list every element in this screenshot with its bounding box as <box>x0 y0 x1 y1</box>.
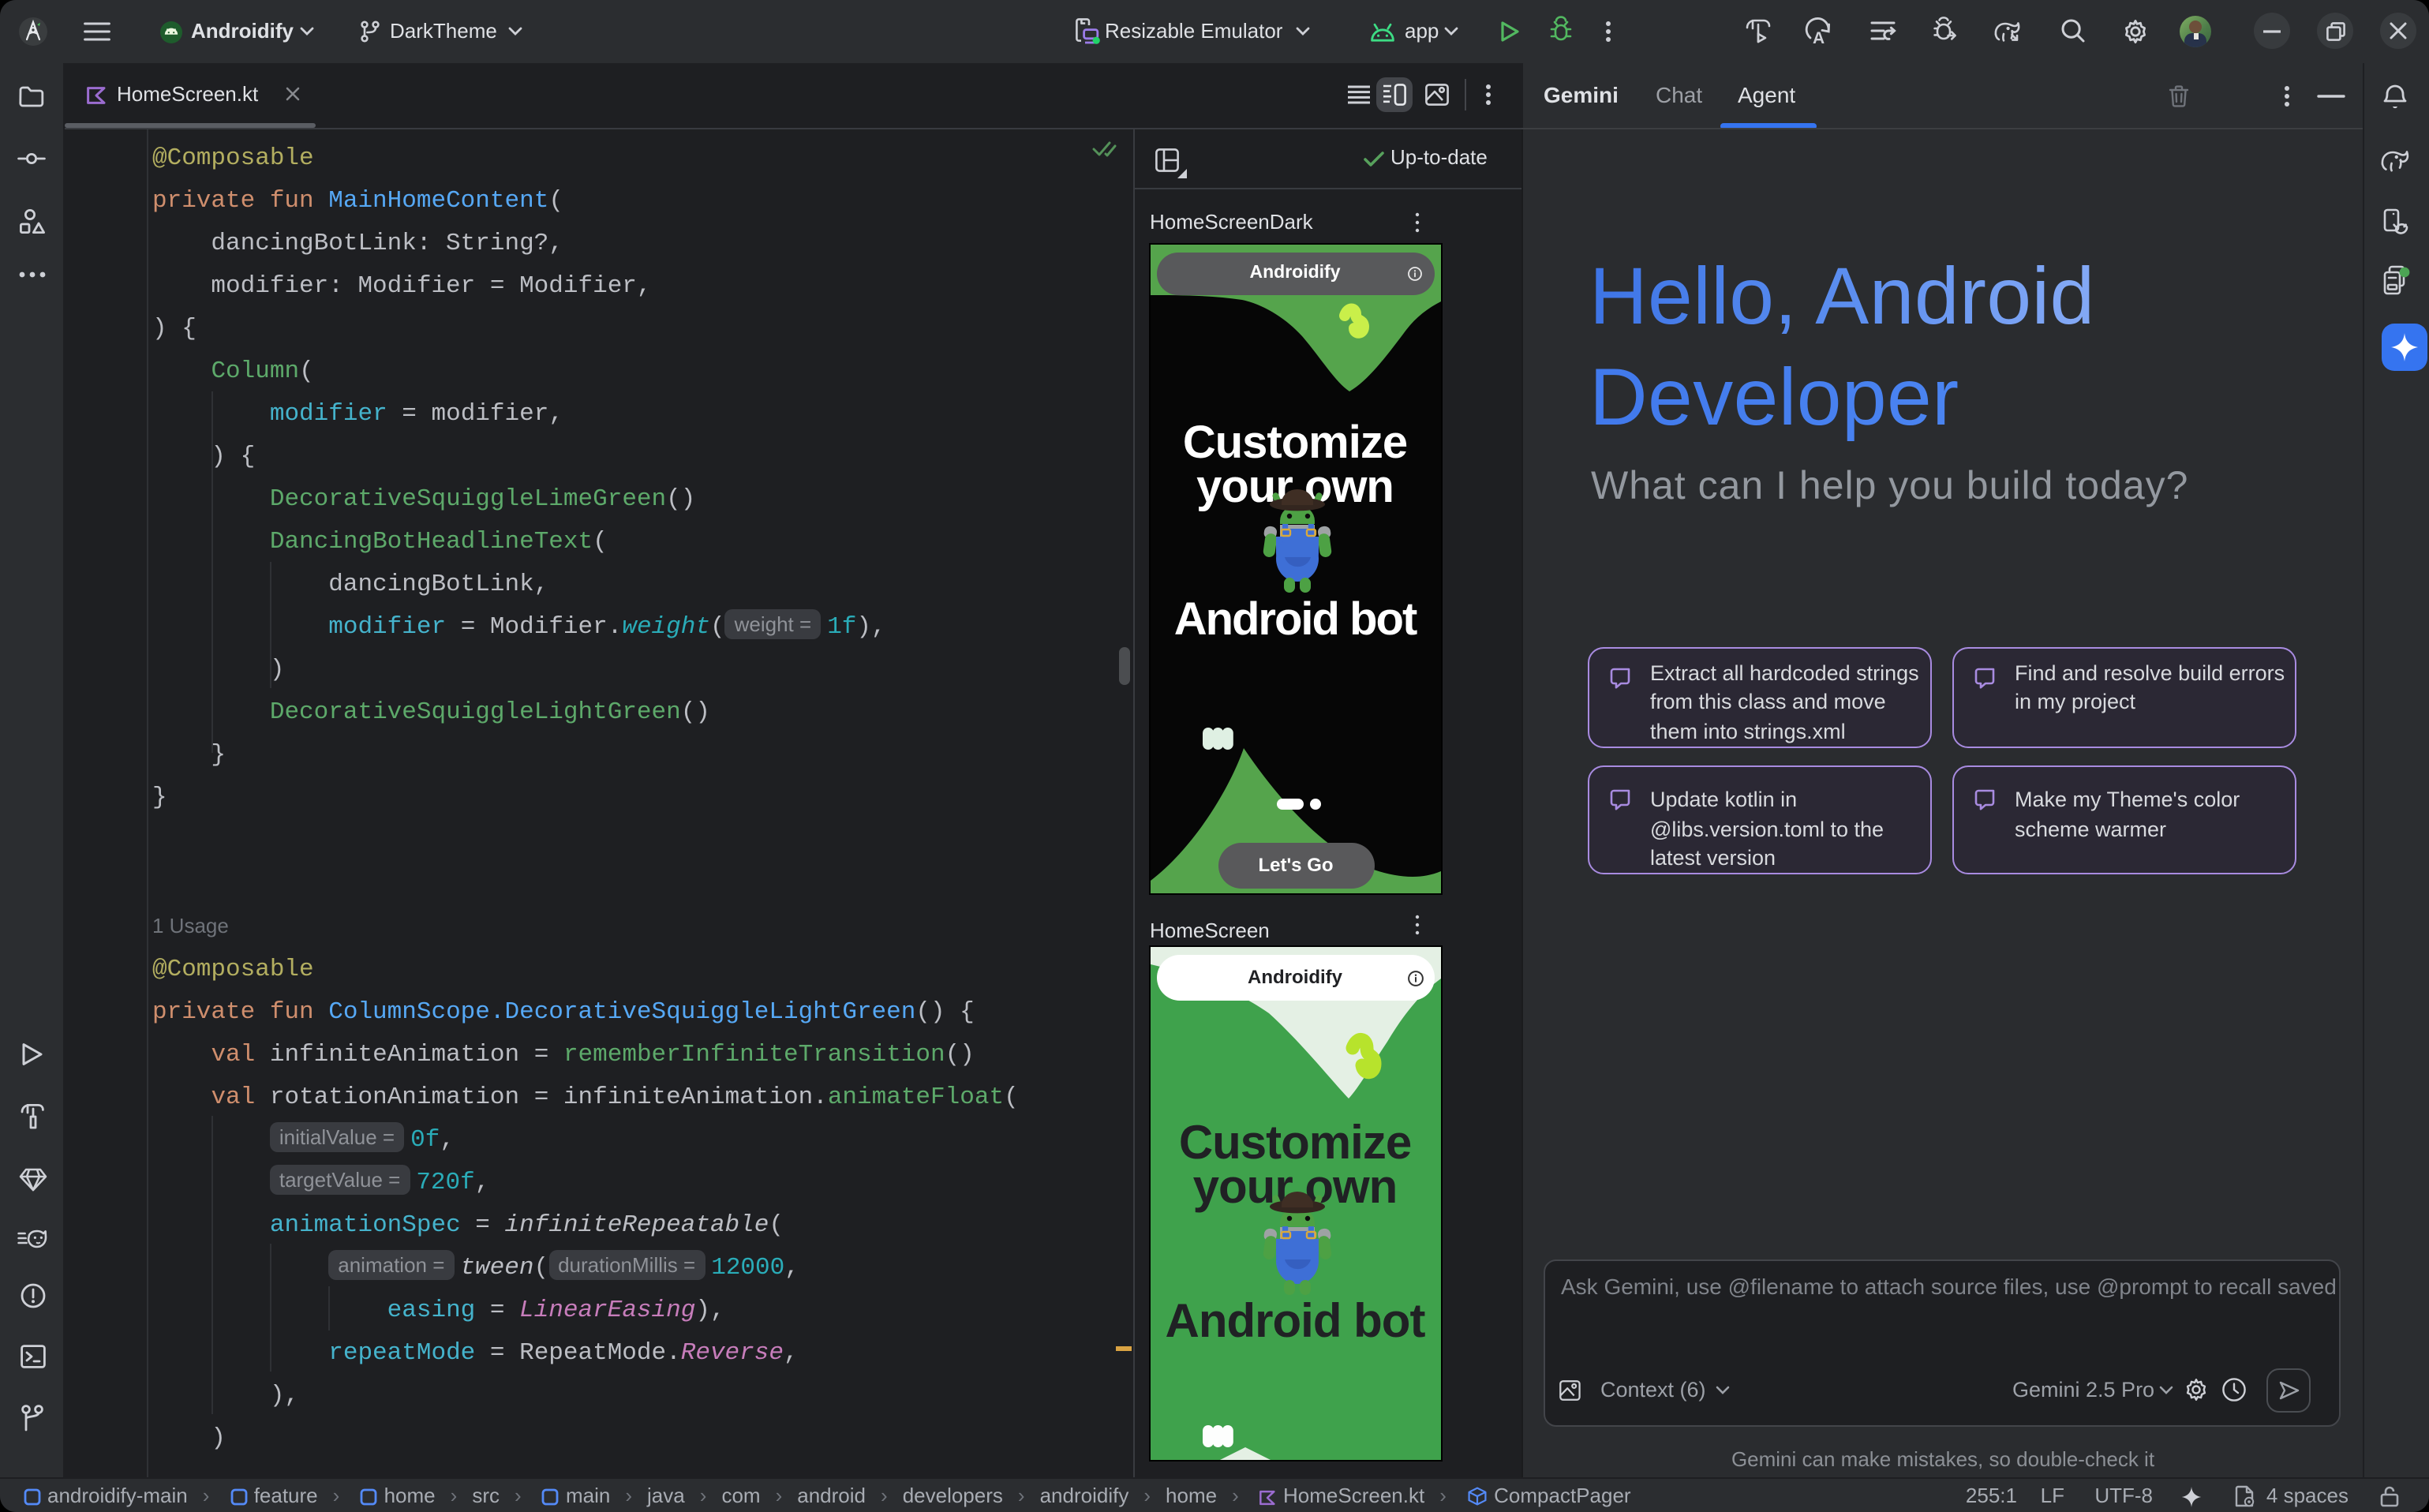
svg-text:A: A <box>1813 29 1825 47</box>
